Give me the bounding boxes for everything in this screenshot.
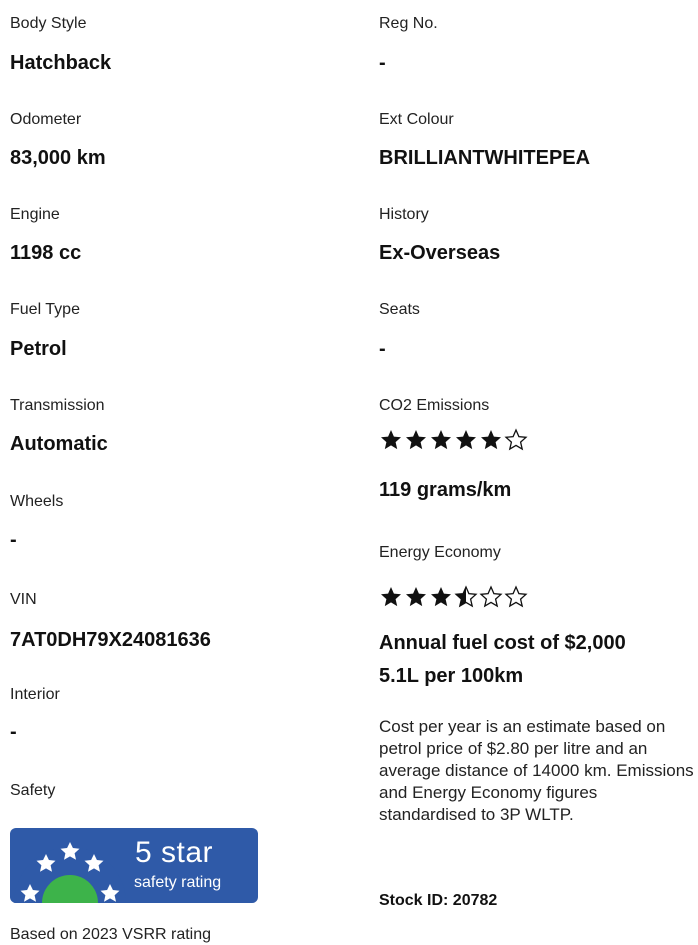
star-empty-icon bbox=[479, 585, 503, 608]
reg-no-label: Reg No. bbox=[379, 15, 438, 32]
star-half-icon bbox=[454, 585, 478, 608]
safety-stars-icon bbox=[14, 842, 126, 903]
vin-value: 7AT0DH79X24081636 bbox=[10, 629, 211, 651]
badge-subtitle: safety rating bbox=[134, 874, 222, 891]
odometer-value: 83,000 km bbox=[10, 147, 106, 169]
star-full-icon bbox=[406, 430, 426, 450]
body-style-label: Body Style bbox=[10, 15, 87, 32]
star-full-icon bbox=[481, 430, 501, 450]
ext-colour-label: Ext Colour bbox=[379, 111, 454, 128]
vin-label: VIN bbox=[10, 591, 37, 608]
fuel-consumption: 5.1L per 100km bbox=[379, 665, 524, 687]
star-full-icon bbox=[431, 430, 451, 450]
wheels-value: - bbox=[10, 529, 17, 551]
co2-star-rating bbox=[379, 428, 528, 452]
history-label: History bbox=[379, 206, 429, 223]
engine-value: 1198 cc bbox=[10, 242, 82, 264]
engine-label: Engine bbox=[10, 206, 60, 223]
fuel-type-label: Fuel Type bbox=[10, 301, 80, 318]
annual-fuel-cost: Annual fuel cost of $2,000 bbox=[379, 632, 626, 654]
seats-value: - bbox=[379, 338, 386, 360]
stock-id: Stock ID: 20782 bbox=[379, 892, 498, 909]
safety-rating-badge: 5 star safety rating bbox=[10, 828, 258, 903]
star-empty-icon bbox=[504, 428, 528, 451]
fuel-type-value: Petrol bbox=[10, 338, 67, 360]
badge-title: 5 star bbox=[135, 836, 214, 869]
star-full-icon bbox=[381, 587, 401, 607]
energy-star-rating bbox=[379, 585, 528, 609]
odometer-label: Odometer bbox=[10, 111, 82, 128]
co2-value: 119 grams/km bbox=[379, 479, 512, 501]
seats-label: Seats bbox=[379, 301, 420, 318]
body-style-value: Hatchback bbox=[10, 52, 112, 74]
safety-label: Safety bbox=[10, 782, 56, 799]
interior-label: Interior bbox=[10, 686, 60, 703]
transmission-label: Transmission bbox=[10, 397, 105, 414]
energy-economy-label: Energy Economy bbox=[379, 544, 501, 561]
star-empty-icon bbox=[504, 585, 528, 608]
interior-value: - bbox=[10, 721, 17, 743]
ext-colour-value: BRILLIANTWHITEPEA bbox=[379, 147, 591, 169]
safety-note: Based on 2023 VSRR rating bbox=[10, 926, 212, 943]
star-full-icon bbox=[381, 430, 401, 450]
star-full-icon bbox=[406, 587, 426, 607]
star-full-icon bbox=[431, 587, 451, 607]
wheels-label: Wheels bbox=[10, 493, 64, 510]
transmission-value: Automatic bbox=[10, 433, 108, 455]
fuel-cost-note: Cost per year is an estimate based on pe… bbox=[379, 717, 694, 824]
co2-label: CO2 Emissions bbox=[379, 397, 490, 414]
reg-no-value: - bbox=[379, 52, 386, 74]
history-value: Ex-Overseas bbox=[379, 242, 501, 264]
star-full-icon bbox=[456, 430, 476, 450]
